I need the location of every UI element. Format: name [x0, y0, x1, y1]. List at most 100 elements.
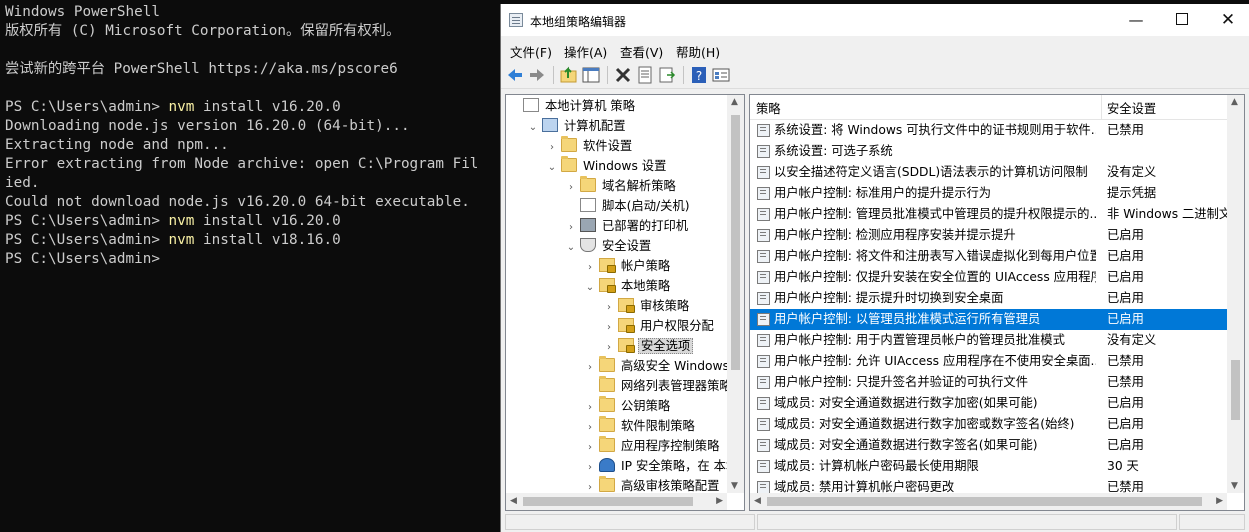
list-vertical-scrollbar[interactable]: ▲ ▼	[1227, 95, 1244, 493]
list-vscroll-thumb[interactable]	[1231, 360, 1240, 420]
gpedit-window: 本地组策略编辑器 — ✕ 文件(F) 操作(A) 查看(V) 帮助(H) ? 本…	[500, 4, 1249, 532]
expand-chevron-icon[interactable]: ›	[584, 418, 596, 438]
collapse-chevron-icon[interactable]: ⌄	[565, 238, 577, 258]
powershell-console[interactable]: Windows PowerShell 版权所有 (C) Microsoft Cor…	[0, 0, 500, 532]
collapse-chevron-icon[interactable]: ⌄	[527, 118, 539, 138]
tree-node[interactable]: › 域名解析策略	[565, 176, 678, 196]
tree-horizontal-scrollbar[interactable]: ◀ ▶	[506, 493, 727, 510]
tree-node[interactable]: › 应用程序控制策略	[584, 436, 721, 456]
expand-chevron-icon[interactable]: ›	[584, 458, 596, 478]
policy-setting-icon	[757, 145, 770, 158]
policy-row[interactable]: 域成员: 对安全通道数据进行数字加密或数字签名(始终) 已启用	[750, 414, 1230, 435]
policy-row[interactable]: 用户帐户控制: 仅提升安装在安全位置的 UIAccess 应用程序 已启用	[750, 267, 1230, 288]
policy-setting-icon	[757, 334, 770, 347]
collapse-chevron-icon[interactable]: ⌄	[584, 278, 596, 298]
policy-row[interactable]: 用户帐户控制: 用于内置管理员帐户的管理员批准模式 没有定义	[750, 330, 1230, 351]
security-setting-value: 30 天	[1107, 459, 1139, 473]
console-line: Could not download node.js v16.20.0 64-b…	[5, 193, 500, 212]
tree-node[interactable]: ⌄ 安全设置	[565, 236, 653, 256]
menu-view[interactable]: 查看(V)	[620, 42, 663, 61]
tree-node[interactable]: › 已部署的打印机	[565, 216, 690, 236]
expand-chevron-icon[interactable]: ›	[565, 178, 577, 198]
tree-node[interactable]: 本地计算机 策略	[508, 96, 637, 116]
tree-vscroll-thumb[interactable]	[731, 115, 740, 370]
policy-row[interactable]: 用户帐户控制: 标准用户的提升提示行为 提示凭据	[750, 183, 1230, 204]
policy-list-pane[interactable]: ⌃ 策略 安全设置 系统设置: 将 Windows 可执行文件中的证书规则用于软…	[749, 94, 1245, 511]
scroll-up-arrow-icon[interactable]: ▲	[731, 97, 738, 107]
policy-row[interactable]: 域成员: 对安全通道数据进行数字加密(如果可能) 已启用	[750, 393, 1230, 414]
expand-chevron-icon[interactable]: ›	[584, 258, 596, 278]
policy-row[interactable]: 用户帐户控制: 管理员批准模式中管理员的提升权限提示的... 非 Windows …	[750, 204, 1230, 225]
tree-vertical-scrollbar[interactable]: ▲ ▼	[727, 95, 744, 493]
list-horizontal-scrollbar[interactable]: ◀ ▶	[750, 493, 1227, 510]
delete-icon[interactable]	[613, 65, 633, 85]
scroll-left-arrow-icon[interactable]: ◀	[754, 496, 761, 506]
tree-node[interactable]: › 帐户策略	[584, 256, 672, 276]
view-icon[interactable]	[711, 65, 731, 85]
maximize-button[interactable]	[1159, 4, 1205, 36]
show-hide-tree-icon[interactable]	[581, 65, 601, 85]
console-text: Could not download node.js v16.20.0 64-b…	[5, 194, 470, 210]
menu-file[interactable]: 文件(F)	[510, 42, 552, 61]
policy-row[interactable]: 系统设置: 将 Windows 可执行文件中的证书规则用于软件... 已禁用	[750, 120, 1230, 141]
minimize-button[interactable]: —	[1113, 4, 1159, 36]
properties-icon[interactable]	[635, 65, 655, 85]
list-hscroll-thumb[interactable]	[767, 497, 1202, 506]
expand-chevron-icon[interactable]: ›	[584, 398, 596, 418]
tree-node[interactable]: › 公钥策略	[584, 396, 672, 416]
close-button[interactable]: ✕	[1205, 4, 1249, 36]
policy-row[interactable]: 以安全描述符定义语言(SDDL)语法表示的计算机访问限制 没有定义	[750, 162, 1230, 183]
toolbar: ?	[501, 61, 1249, 89]
expand-chevron-icon[interactable]: ›	[584, 358, 596, 378]
tree-node[interactable]: › 审核策略	[603, 296, 691, 316]
column-header-policy[interactable]: 策略	[756, 99, 781, 117]
scroll-right-arrow-icon[interactable]: ▶	[716, 496, 723, 506]
tree-node[interactable]: › 软件限制策略	[584, 416, 697, 436]
policy-row[interactable]: 用户帐户控制: 只提升签名并验证的可执行文件 已禁用	[750, 372, 1230, 393]
policy-row[interactable]: 域成员: 计算机帐户密码最长使用期限 30 天	[750, 456, 1230, 477]
column-header-setting[interactable]: 安全设置	[1107, 99, 1156, 117]
tree-node[interactable]: › 安全选项	[603, 336, 694, 358]
policy-row[interactable]: 用户帐户控制: 允许 UIAccess 应用程序在不使用安全桌面... 已禁用	[750, 351, 1230, 372]
policy-row[interactable]: 域成员: 对安全通道数据进行数字签名(如果可能) 已启用	[750, 435, 1230, 456]
tree-node[interactable]: › IP 安全策略，在 本地计	[584, 456, 744, 478]
expand-chevron-icon[interactable]: ›	[546, 138, 558, 158]
menu-action[interactable]: 操作(A)	[564, 42, 607, 61]
column-divider[interactable]	[1101, 95, 1102, 119]
tree-node[interactable]: ⌄ 计算机配置	[527, 116, 628, 136]
expand-chevron-icon[interactable]: ›	[584, 438, 596, 458]
policy-row[interactable]: 系统设置: 可选子系统	[750, 141, 1230, 162]
tree-hscroll-thumb[interactable]	[523, 497, 693, 506]
tree-node[interactable]: › 软件设置	[546, 136, 634, 156]
policy-row[interactable]: 用户帐户控制: 以管理员批准模式运行所有管理员 已启用	[750, 309, 1230, 330]
tree-node[interactable]: 脚本(启动/关机)	[565, 196, 692, 216]
tree-node[interactable]: ⌄ Windows 设置	[546, 156, 668, 176]
expand-chevron-icon[interactable]: ›	[603, 318, 615, 338]
policy-row[interactable]: 用户帐户控制: 检测应用程序安装并提示提升 已启用	[750, 225, 1230, 246]
forward-icon[interactable]	[527, 65, 547, 85]
tree-node[interactable]: ⌄ 本地策略	[584, 276, 672, 296]
back-icon[interactable]	[505, 65, 525, 85]
scroll-down-arrow-icon[interactable]: ▼	[1231, 481, 1238, 491]
policy-row[interactable]: 用户帐户控制: 提示提升时切换到安全桌面 已启用	[750, 288, 1230, 309]
scroll-right-arrow-icon[interactable]: ▶	[1216, 496, 1223, 506]
collapse-chevron-icon[interactable]: ⌄	[546, 158, 558, 178]
menu-help[interactable]: 帮助(H)	[676, 42, 720, 61]
up-folder-icon[interactable]	[559, 65, 579, 85]
scroll-up-arrow-icon[interactable]: ▲	[1231, 97, 1238, 107]
expand-chevron-icon[interactable]: ›	[603, 338, 615, 358]
tree-node[interactable]: › 用户权限分配	[603, 316, 716, 336]
expand-chevron-icon[interactable]: ›	[565, 218, 577, 238]
tree-pane[interactable]: 本地计算机 策略 ⌄ 计算机配置 › 软件设置 ⌄ Windows 设置 › 域名解析策略 脚本(…	[505, 94, 745, 511]
policy-row[interactable]: 用户帐户控制: 将文件和注册表写入错误虚拟化到每用户位置 已启用	[750, 246, 1230, 267]
title-bar[interactable]: 本地组策略编辑器 — ✕	[501, 4, 1249, 36]
tree-node[interactable]: › 高级安全 Windows De	[584, 356, 744, 378]
expand-chevron-icon[interactable]: ›	[603, 298, 615, 318]
help-icon[interactable]: ?	[689, 65, 709, 85]
tree-node[interactable]: 网络列表管理器策略	[584, 376, 734, 396]
scroll-down-arrow-icon[interactable]: ▼	[731, 481, 738, 491]
scroll-left-arrow-icon[interactable]: ◀	[510, 496, 517, 506]
console-text: ied.	[5, 175, 40, 191]
export-list-icon[interactable]	[657, 65, 677, 85]
